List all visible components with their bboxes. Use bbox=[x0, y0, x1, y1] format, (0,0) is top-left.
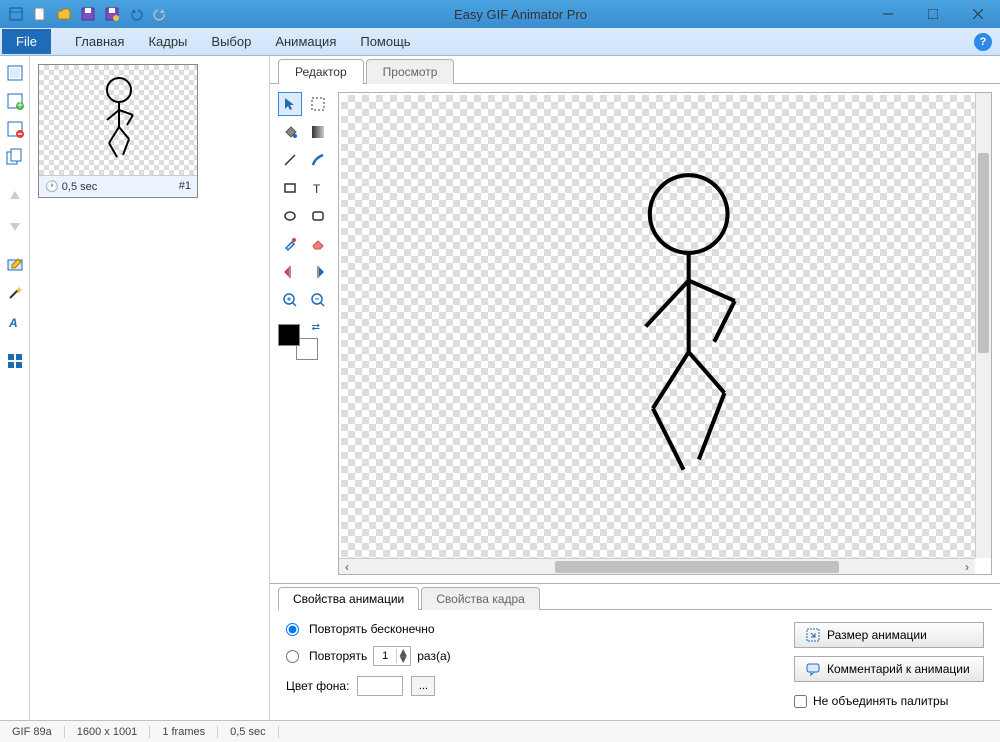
animation-size-button[interactable]: Размер анимации bbox=[794, 622, 984, 648]
tab-editor[interactable]: Редактор bbox=[278, 59, 364, 84]
svg-text:A: A bbox=[8, 316, 18, 330]
titlebar: Easy GIF Animator Pro bbox=[0, 0, 1000, 28]
maximize-button[interactable] bbox=[910, 0, 955, 28]
minimize-button[interactable] bbox=[865, 0, 910, 28]
delete-frame-icon[interactable] bbox=[4, 118, 26, 140]
duplicate-frame-icon[interactable] bbox=[4, 146, 26, 168]
status-dimensions: 1600 x 1001 bbox=[65, 726, 151, 738]
repeat-count-radio[interactable]: Повторять bbox=[286, 649, 367, 663]
qa-redo-icon[interactable] bbox=[150, 4, 170, 24]
tab-frame-properties[interactable]: Свойства кадра bbox=[421, 587, 540, 610]
flip-v-tool-icon[interactable] bbox=[306, 260, 330, 284]
animation-comment-button[interactable]: Комментарий к анимации bbox=[794, 656, 984, 682]
qa-open-icon[interactable] bbox=[54, 4, 74, 24]
bg-color-label: Цвет фона: bbox=[286, 679, 349, 693]
comment-icon bbox=[805, 661, 821, 677]
scroll-left-icon[interactable]: ‹ bbox=[339, 560, 355, 574]
editor-area: Редактор Просмотр T bbox=[270, 56, 1000, 720]
spin-down-icon[interactable]: ▼ bbox=[397, 656, 410, 663]
rounded-rect-tool-icon[interactable] bbox=[306, 204, 330, 228]
add-frame-icon[interactable]: + bbox=[4, 90, 26, 112]
zoom-in-tool-icon[interactable] bbox=[278, 288, 302, 312]
gradient-tool-icon[interactable] bbox=[306, 120, 330, 144]
repeat-count-spinner[interactable]: ▲▼ bbox=[373, 646, 411, 666]
scroll-right-icon[interactable]: › bbox=[959, 560, 975, 574]
animation-size-label: Размер анимации bbox=[827, 628, 927, 642]
properties-panel: Свойства анимации Свойства кадра Повторя… bbox=[270, 583, 1000, 720]
eraser-tool-icon[interactable] bbox=[306, 232, 330, 256]
marquee-tool-icon[interactable] bbox=[306, 92, 330, 116]
pointer-tool-icon[interactable] bbox=[278, 92, 302, 116]
qa-undo-icon[interactable] bbox=[126, 4, 146, 24]
menu-animation[interactable]: Анимация bbox=[263, 30, 348, 53]
repeat-infinite-radio[interactable]: Повторять бесконечно bbox=[286, 622, 451, 636]
wizard-icon[interactable] bbox=[4, 282, 26, 304]
tab-animation-properties[interactable]: Свойства анимации bbox=[278, 587, 419, 610]
frame-thumbnail[interactable]: 🕐 0,5 sec #1 bbox=[38, 64, 198, 198]
window-buttons bbox=[865, 0, 1000, 28]
foreground-color[interactable] bbox=[278, 324, 300, 346]
svg-text:+: + bbox=[16, 98, 23, 110]
bg-color-browse-button[interactable]: ... bbox=[411, 676, 435, 696]
brush-tool-icon[interactable] bbox=[306, 148, 330, 172]
status-duration: 0,5 sec bbox=[218, 726, 278, 738]
text-tool-icon[interactable]: A bbox=[4, 310, 26, 332]
edit-frame-icon[interactable] bbox=[4, 254, 26, 276]
help-icon[interactable]: ? bbox=[974, 33, 992, 51]
ellipse-tool-icon[interactable] bbox=[278, 204, 302, 228]
menu-main[interactable]: Главная bbox=[63, 30, 136, 53]
flip-h-tool-icon[interactable] bbox=[278, 260, 302, 284]
repeat-infinite-label: Повторять бесконечно bbox=[309, 622, 435, 636]
frame-index: #1 bbox=[179, 180, 191, 193]
text-draw-tool-icon[interactable]: T bbox=[306, 176, 330, 200]
file-menu-button[interactable]: File bbox=[2, 29, 51, 54]
close-button[interactable] bbox=[955, 0, 1000, 28]
canvas-viewport: ‹ › bbox=[338, 92, 992, 575]
workspace: + A bbox=[0, 56, 1000, 720]
menu-selection[interactable]: Выбор bbox=[199, 30, 263, 53]
tool-palette: T ⇄ bbox=[278, 92, 330, 575]
color-swatch[interactable]: ⇄ bbox=[278, 324, 318, 360]
bucket-tool-icon[interactable] bbox=[278, 120, 302, 144]
swap-colors-icon[interactable]: ⇄ bbox=[312, 322, 320, 333]
move-up-icon[interactable] bbox=[4, 186, 26, 208]
no-merge-palettes-label: Не объединять палитры bbox=[813, 694, 948, 708]
statusbar: GIF 89a 1600 x 1001 1 frames 0,5 sec bbox=[0, 720, 1000, 742]
no-merge-palettes-checkbox[interactable]: Не объединять палитры bbox=[794, 694, 948, 708]
repeat-label: Повторять bbox=[309, 649, 367, 663]
status-format: GIF 89a bbox=[0, 726, 65, 738]
status-frames: 1 frames bbox=[150, 726, 218, 738]
app-title: Easy GIF Animator Pro bbox=[176, 7, 865, 22]
qa-save-icon[interactable] bbox=[78, 4, 98, 24]
frame-duration: 🕐 0,5 sec bbox=[45, 180, 97, 193]
repeat-count-input[interactable] bbox=[374, 650, 396, 662]
quick-access-toolbar bbox=[0, 4, 176, 24]
left-toolbar: + A bbox=[0, 56, 30, 720]
horizontal-scrollbar[interactable]: ‹ › bbox=[339, 558, 975, 574]
resize-icon bbox=[805, 627, 821, 643]
qa-saveas-icon[interactable] bbox=[102, 4, 122, 24]
rect-tool-icon[interactable] bbox=[278, 176, 302, 200]
qa-new-icon[interactable] bbox=[30, 4, 50, 24]
move-down-icon[interactable] bbox=[4, 214, 26, 236]
menu-frames[interactable]: Кадры bbox=[136, 30, 199, 53]
frame-panel: 🕐 0,5 sec #1 bbox=[30, 56, 270, 720]
add-frame-blank-icon[interactable] bbox=[4, 62, 26, 84]
editor-tabs: Редактор Просмотр bbox=[270, 56, 1000, 84]
animation-comment-label: Комментарий к анимации bbox=[827, 662, 970, 676]
repeat-unit-label: раз(а) bbox=[417, 649, 450, 663]
menubar: File Главная Кадры Выбор Анимация Помощь… bbox=[0, 28, 1000, 56]
tab-preview[interactable]: Просмотр bbox=[366, 59, 455, 84]
grid-view-icon[interactable] bbox=[4, 350, 26, 372]
svg-text:T: T bbox=[313, 182, 321, 196]
vertical-scrollbar[interactable] bbox=[975, 93, 991, 558]
eyedropper-tool-icon[interactable] bbox=[278, 232, 302, 256]
zoom-out-tool-icon[interactable] bbox=[306, 288, 330, 312]
bg-color-preview[interactable] bbox=[357, 676, 403, 696]
qa-properties-icon[interactable] bbox=[6, 4, 26, 24]
canvas[interactable] bbox=[341, 95, 975, 558]
line-tool-icon[interactable] bbox=[278, 148, 302, 172]
menu-help[interactable]: Помощь bbox=[348, 30, 422, 53]
